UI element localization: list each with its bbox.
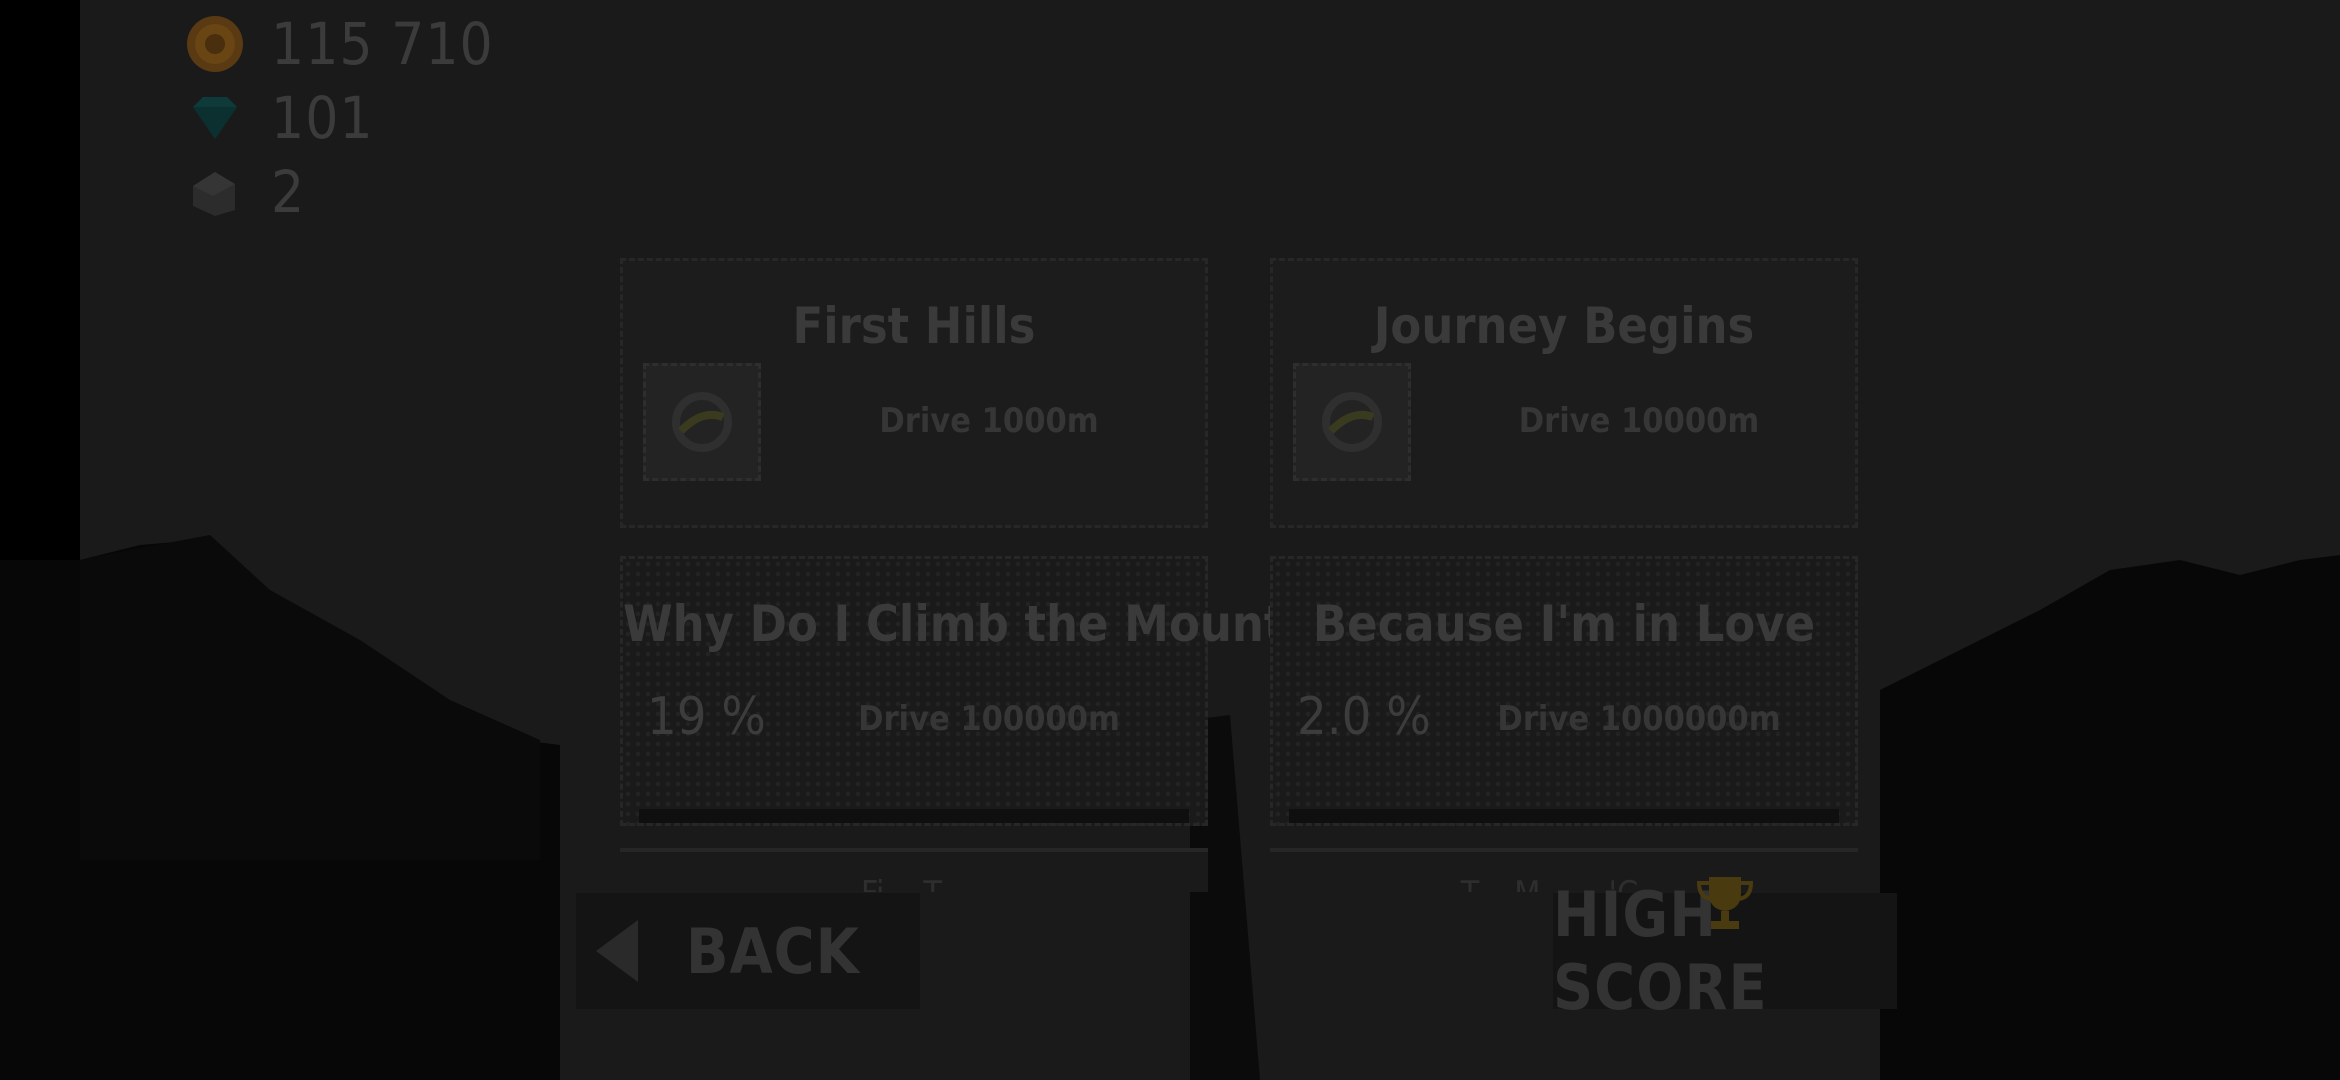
achievement-card[interactable]: First Hills Drive 1000m (620, 258, 1208, 528)
achievement-progress: 19 % (647, 687, 766, 747)
achievement-badge-icon (643, 363, 761, 481)
achievement-title: Fi... T... (620, 874, 1208, 892)
achievement-card[interactable]: Journey Begins Drive 10000m (1270, 258, 1858, 528)
gems-value: 101 (271, 84, 374, 152)
card-bottom-edge (1289, 809, 1839, 823)
coin-icon (185, 14, 245, 74)
achievement-progress: 2.0 % (1297, 687, 1431, 747)
achievement-title: First Hills (792, 297, 1036, 355)
back-arrow-icon (596, 920, 638, 982)
gem-icon (185, 88, 245, 148)
achievement-title: Journey Begins (1373, 297, 1755, 355)
achievement-badge-icon (1293, 363, 1411, 481)
fuel-items-counter: 2 (185, 158, 305, 226)
coins-value: 115 710 (271, 10, 494, 78)
achievement-task: Drive 100000m (858, 699, 1120, 739)
achievement-title: Because I'm in Love (1312, 595, 1816, 653)
achievement-task: Drive 1000000m (1497, 699, 1781, 739)
back-button[interactable]: BACK (576, 893, 920, 1009)
back-button-label: BACK (686, 914, 860, 988)
achievement-card[interactable]: Why Do I Climb the Mountain? 19 % Drive … (620, 556, 1390, 826)
achievement-card-partial[interactable]: Fi... T... (620, 848, 1208, 892)
achievement-card[interactable]: Because I'm in Love 2.0 % Drive 1000000m (1270, 556, 1858, 826)
fuel-items-value: 2 (271, 158, 306, 226)
trophy-icon (1696, 877, 1754, 929)
coins-counter: 115 710 (185, 10, 494, 78)
achievement-task: Drive 1000m (879, 401, 1099, 441)
achievement-title: Why Do I Climb the Mountain? (623, 595, 1390, 653)
high-score-button[interactable]: HIGH SCORE (1553, 877, 1897, 1024)
fuel-can-icon (185, 162, 245, 222)
hills-silhouette (0, 535, 2340, 1080)
card-bottom-edge (639, 809, 1189, 823)
achievement-task: Drive 10000m (1518, 401, 1760, 441)
gems-counter: 101 (185, 84, 374, 152)
